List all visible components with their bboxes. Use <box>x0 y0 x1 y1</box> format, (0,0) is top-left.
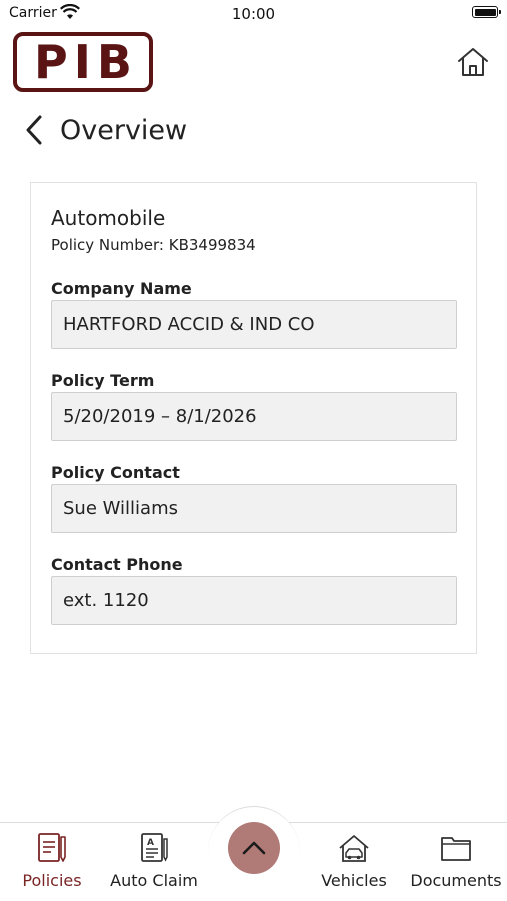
tab-policies[interactable]: Policies <box>2 823 102 901</box>
back-button[interactable]: Overview <box>22 110 187 150</box>
tab-documents-label: Documents <box>410 871 502 890</box>
battery-icon <box>472 6 501 18</box>
status-bar: Carrier 10:00 <box>0 0 507 28</box>
chevron-left-icon <box>26 115 42 145</box>
svg-text:A: A <box>147 838 154 848</box>
policy-term-label: Policy Term <box>51 371 155 390</box>
expand-menu-button[interactable] <box>228 822 280 874</box>
status-time: 10:00 <box>231 5 276 23</box>
tab-auto-claim-label: Auto Claim <box>110 871 198 890</box>
policy-term-field: 5/20/2019 – 8/1/2026 <box>51 392 457 441</box>
vehicles-icon <box>339 835 369 862</box>
auto-claim-icon: A <box>141 833 168 862</box>
policy-number: Policy Number: KB3499834 <box>51 236 256 254</box>
chevron-up-icon <box>242 841 266 855</box>
policy-type: Automobile <box>51 206 166 230</box>
home-icon[interactable] <box>455 44 491 80</box>
tab-documents[interactable]: Documents <box>406 823 506 901</box>
policy-contact-field: Sue Williams <box>51 484 457 533</box>
company-name-label: Company Name <box>51 279 192 298</box>
company-name-field: HARTFORD ACCID & IND CO <box>51 300 457 349</box>
tab-policies-label: Policies <box>22 871 82 890</box>
contact-phone-field[interactable]: ext. 1120 <box>51 576 457 625</box>
policy-card: Automobile Policy Number: KB3499834 Comp… <box>30 182 477 654</box>
tab-auto-claim[interactable]: A Auto Claim <box>104 823 204 901</box>
pib-logo: PIB <box>13 32 153 92</box>
contact-phone-label: Contact Phone <box>51 555 183 574</box>
page-title: Overview <box>60 114 188 146</box>
policy-contact-label: Policy Contact <box>51 463 180 482</box>
documents-icon <box>441 837 471 861</box>
tab-vehicles[interactable]: Vehicles <box>304 823 404 901</box>
policies-icon <box>38 833 66 862</box>
tab-vehicles-label: Vehicles <box>321 871 387 890</box>
logo-text: PIB <box>34 35 138 89</box>
